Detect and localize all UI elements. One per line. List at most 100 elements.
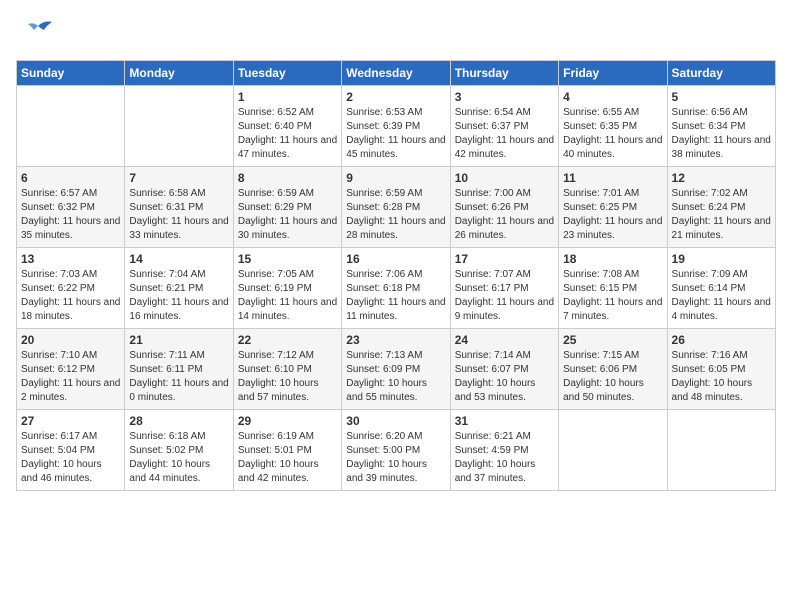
calendar-cell: 28Sunrise: 6:18 AM Sunset: 5:02 PM Dayli… — [125, 410, 233, 491]
calendar-week-4: 20 Sunrise: 7:10 AM Sunset: 6:12 PM Dayli… — [17, 329, 776, 410]
calendar-cell: 1 Sunrise: 6:52 AM Sunset: 6:40 PM Daylig… — [233, 86, 341, 167]
day-info: Sunrise: 7:02 AM Sunset: 6:24 PM Dayligh… — [672, 187, 771, 243]
day-number: 5 — [672, 90, 771, 104]
day-number: 21 — [129, 333, 228, 347]
calendar-table: SundayMondayTuesdayWednesdayThursdayFrid… — [16, 60, 776, 491]
calendar-cell: 11 Sunrise: 7:01 AM Sunset: 6:25 PM Dayli… — [559, 167, 667, 248]
day-info: Sunrise: 7:01 AM Sunset: 6:25 PM Dayligh… — [563, 187, 662, 243]
day-info: Sunrise: 6:57 AM Sunset: 6:32 PM Dayligh… — [21, 187, 120, 243]
day-number: 12 — [672, 171, 771, 185]
column-header-saturday: Saturday — [667, 61, 775, 86]
calendar-cell: 10 Sunrise: 7:00 AM Sunset: 6:26 PM Dayli… — [450, 167, 558, 248]
column-header-wednesday: Wednesday — [342, 61, 450, 86]
day-info: Sunrise: 6:21 AM Sunset: 4:59 PM Dayligh… — [455, 430, 554, 486]
day-number: 23 — [346, 333, 445, 347]
day-number: 20 — [21, 333, 120, 347]
day-info: Sunrise: 6:53 AM Sunset: 6:39 PM Dayligh… — [346, 106, 445, 162]
day-number: 9 — [346, 171, 445, 185]
calendar-header-row: SundayMondayTuesdayWednesdayThursdayFrid… — [17, 61, 776, 86]
calendar-cell: 3 Sunrise: 6:54 AM Sunset: 6:37 PM Daylig… — [450, 86, 558, 167]
day-number: 27 — [21, 414, 120, 428]
day-info: Sunrise: 6:54 AM Sunset: 6:37 PM Dayligh… — [455, 106, 554, 162]
day-number: 18 — [563, 252, 662, 266]
day-info: Sunrise: 6:52 AM Sunset: 6:40 PM Dayligh… — [238, 106, 337, 162]
logo-icon — [16, 16, 60, 52]
day-info: Sunrise: 7:13 AM Sunset: 6:09 PM Dayligh… — [346, 349, 445, 405]
calendar-cell: 25 Sunrise: 7:15 AM Sunset: 6:06 PM Dayli… — [559, 329, 667, 410]
calendar-cell: 26 Sunrise: 7:16 AM Sunset: 6:05 PM Dayli… — [667, 329, 775, 410]
day-info: Sunrise: 7:15 AM Sunset: 6:06 PM Dayligh… — [563, 349, 662, 405]
calendar-cell: 30 Sunrise: 6:20 AM Sunset: 5:00 PM Dayli… — [342, 410, 450, 491]
day-info: Sunrise: 7:12 AM Sunset: 6:10 PM Dayligh… — [238, 349, 337, 405]
calendar-cell: 8 Sunrise: 6:59 AM Sunset: 6:29 PM Daylig… — [233, 167, 341, 248]
day-info: Sunrise: 7:10 AM Sunset: 6:12 PM Dayligh… — [21, 349, 120, 405]
calendar-cell: 13Sunrise: 7:03 AM Sunset: 6:22 PM Dayli… — [17, 248, 125, 329]
day-info: Sunrise: 7:16 AM Sunset: 6:05 PM Dayligh… — [672, 349, 771, 405]
day-info: Sunrise: 7:09 AM Sunset: 6:14 PM Dayligh… — [672, 268, 771, 324]
day-number: 17 — [455, 252, 554, 266]
day-info: Sunrise: 7:03 AM Sunset: 6:22 PM Dayligh… — [21, 268, 120, 324]
calendar-week-2: 6 Sunrise: 6:57 AM Sunset: 6:32 PM Daylig… — [17, 167, 776, 248]
calendar-cell: 14Sunrise: 7:04 AM Sunset: 6:21 PM Dayli… — [125, 248, 233, 329]
calendar-cell: 18Sunrise: 7:08 AM Sunset: 6:15 PM Dayli… — [559, 248, 667, 329]
day-info: Sunrise: 6:18 AM Sunset: 5:02 PM Dayligh… — [129, 430, 228, 486]
calendar-cell: 20 Sunrise: 7:10 AM Sunset: 6:12 PM Dayli… — [17, 329, 125, 410]
calendar-body: 1 Sunrise: 6:52 AM Sunset: 6:40 PM Daylig… — [17, 86, 776, 491]
column-header-friday: Friday — [559, 61, 667, 86]
day-info: Sunrise: 6:55 AM Sunset: 6:35 PM Dayligh… — [563, 106, 662, 162]
calendar-cell — [125, 86, 233, 167]
day-number: 19 — [672, 252, 771, 266]
calendar-cell: 27 Sunrise: 6:17 AM Sunset: 5:04 PM Dayli… — [17, 410, 125, 491]
day-number: 16 — [346, 252, 445, 266]
day-number: 10 — [455, 171, 554, 185]
column-header-monday: Monday — [125, 61, 233, 86]
day-info: Sunrise: 6:59 AM Sunset: 6:28 PM Dayligh… — [346, 187, 445, 243]
day-info: Sunrise: 6:20 AM Sunset: 5:00 PM Dayligh… — [346, 430, 445, 486]
day-number: 25 — [563, 333, 662, 347]
day-number: 29 — [238, 414, 337, 428]
day-info: Sunrise: 6:56 AM Sunset: 6:34 PM Dayligh… — [672, 106, 771, 162]
calendar-cell: 21 Sunrise: 7:11 AM Sunset: 6:11 PM Dayli… — [125, 329, 233, 410]
day-info: Sunrise: 7:05 AM Sunset: 6:19 PM Dayligh… — [238, 268, 337, 324]
calendar-cell: 4 Sunrise: 6:55 AM Sunset: 6:35 PM Daylig… — [559, 86, 667, 167]
day-info: Sunrise: 6:59 AM Sunset: 6:29 PM Dayligh… — [238, 187, 337, 243]
logo — [16, 16, 64, 52]
day-number: 26 — [672, 333, 771, 347]
day-info: Sunrise: 7:11 AM Sunset: 6:11 PM Dayligh… — [129, 349, 228, 405]
column-header-sunday: Sunday — [17, 61, 125, 86]
calendar-cell: 15 Sunrise: 7:05 AM Sunset: 6:19 PM Dayli… — [233, 248, 341, 329]
day-number: 15 — [238, 252, 337, 266]
calendar-week-5: 27 Sunrise: 6:17 AM Sunset: 5:04 PM Dayli… — [17, 410, 776, 491]
calendar-cell — [17, 86, 125, 167]
day-info: Sunrise: 6:58 AM Sunset: 6:31 PM Dayligh… — [129, 187, 228, 243]
calendar-cell — [559, 410, 667, 491]
day-number: 24 — [455, 333, 554, 347]
day-number: 30 — [346, 414, 445, 428]
calendar-cell: 31Sunrise: 6:21 AM Sunset: 4:59 PM Dayli… — [450, 410, 558, 491]
day-number: 4 — [563, 90, 662, 104]
calendar-cell — [667, 410, 775, 491]
day-number: 3 — [455, 90, 554, 104]
calendar-cell: 29 Sunrise: 6:19 AM Sunset: 5:01 PM Dayli… — [233, 410, 341, 491]
calendar-cell: 17Sunrise: 7:07 AM Sunset: 6:17 PM Dayli… — [450, 248, 558, 329]
day-number: 22 — [238, 333, 337, 347]
calendar-cell: 2 Sunrise: 6:53 AM Sunset: 6:39 PM Daylig… — [342, 86, 450, 167]
calendar-week-1: 1 Sunrise: 6:52 AM Sunset: 6:40 PM Daylig… — [17, 86, 776, 167]
calendar-cell: 12 Sunrise: 7:02 AM Sunset: 6:24 PM Dayli… — [667, 167, 775, 248]
day-number: 6 — [21, 171, 120, 185]
day-info: Sunrise: 6:17 AM Sunset: 5:04 PM Dayligh… — [21, 430, 120, 486]
day-number: 1 — [238, 90, 337, 104]
calendar-cell: 24Sunrise: 7:14 AM Sunset: 6:07 PM Dayli… — [450, 329, 558, 410]
page-header — [16, 16, 776, 52]
day-number: 11 — [563, 171, 662, 185]
calendar-cell: 16 Sunrise: 7:06 AM Sunset: 6:18 PM Dayli… — [342, 248, 450, 329]
day-info: Sunrise: 7:06 AM Sunset: 6:18 PM Dayligh… — [346, 268, 445, 324]
day-info: Sunrise: 7:04 AM Sunset: 6:21 PM Dayligh… — [129, 268, 228, 324]
day-info: Sunrise: 6:19 AM Sunset: 5:01 PM Dayligh… — [238, 430, 337, 486]
column-header-tuesday: Tuesday — [233, 61, 341, 86]
calendar-cell: 6 Sunrise: 6:57 AM Sunset: 6:32 PM Daylig… — [17, 167, 125, 248]
day-number: 8 — [238, 171, 337, 185]
day-number: 2 — [346, 90, 445, 104]
day-info: Sunrise: 7:00 AM Sunset: 6:26 PM Dayligh… — [455, 187, 554, 243]
calendar-cell: 9 Sunrise: 6:59 AM Sunset: 6:28 PM Daylig… — [342, 167, 450, 248]
